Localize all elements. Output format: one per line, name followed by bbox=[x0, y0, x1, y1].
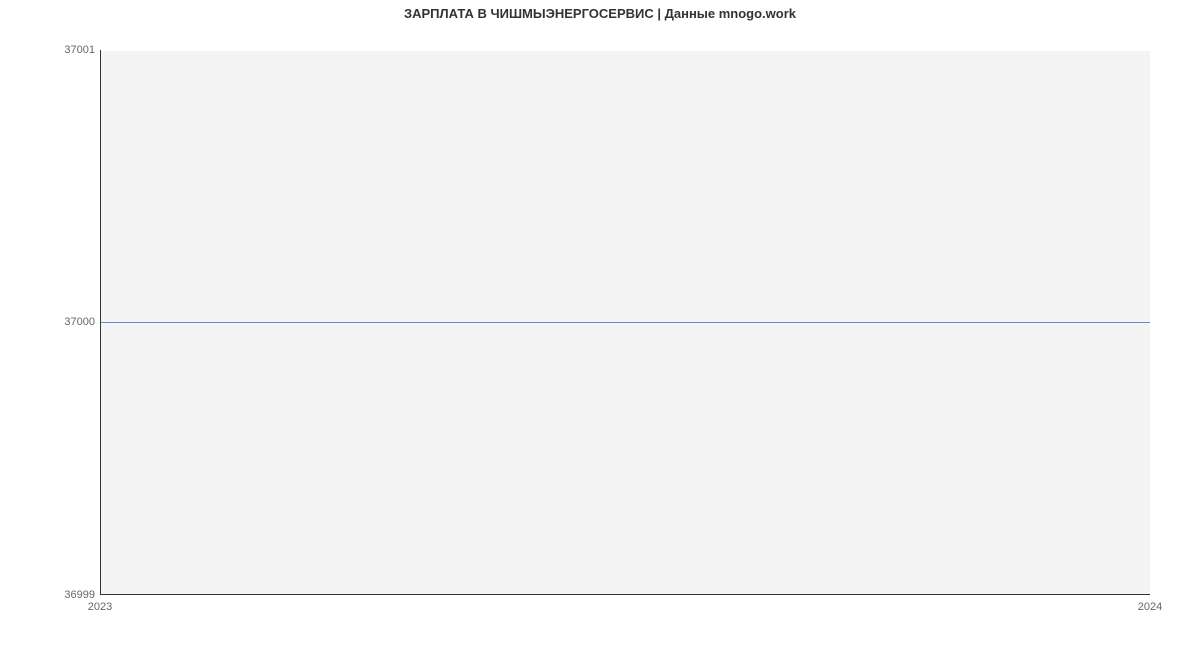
series-line bbox=[101, 322, 1150, 323]
plot-area bbox=[100, 50, 1150, 595]
chart-title: ЗАРПЛАТА В ЧИШМЫЭНЕРГОСЕРВИС | Данные mn… bbox=[0, 6, 1200, 21]
y-tick-label: 37000 bbox=[45, 316, 95, 328]
y-tick-label: 37001 bbox=[45, 44, 95, 56]
y-tick-label: 36999 bbox=[45, 589, 95, 601]
gridline-top bbox=[101, 50, 1150, 51]
x-tick-label: 2023 bbox=[88, 601, 112, 613]
x-tick-label: 2024 bbox=[1138, 601, 1162, 613]
